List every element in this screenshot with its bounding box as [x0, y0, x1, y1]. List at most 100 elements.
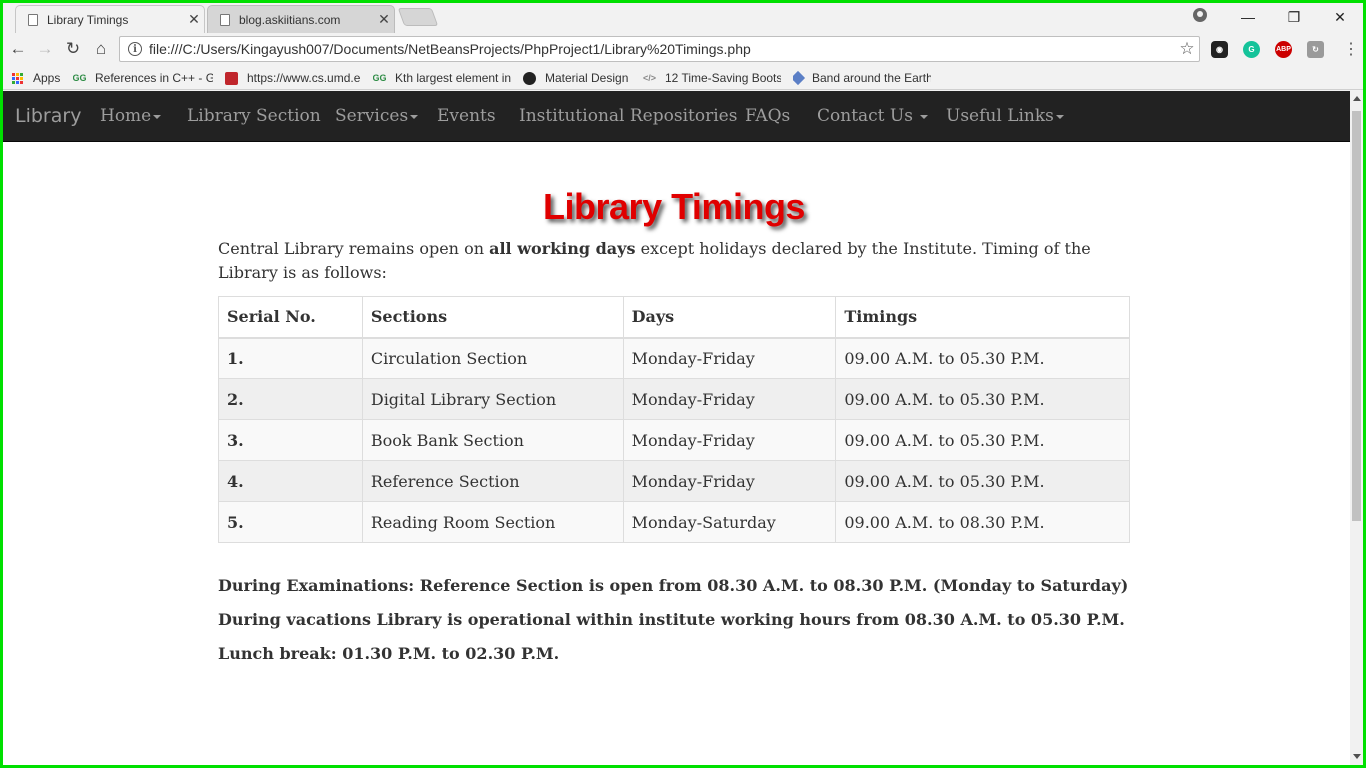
- bookmark-time-saving[interactable]: </> 12 Time-Saving Boots: [643, 69, 781, 87]
- nav-faqs[interactable]: FAQs: [745, 91, 790, 142]
- intro-bold: all working days: [489, 239, 636, 258]
- bookmark-band-earth[interactable]: Band around the Earth: [793, 69, 931, 87]
- tab-library-timings[interactable]: Library Timings ✕: [15, 5, 205, 33]
- bookmark-label: https://www.cs.umd.e: [247, 71, 361, 85]
- cell-serial: 2.: [218, 378, 363, 420]
- cell-section: Reference Section: [361, 460, 624, 502]
- nav-label: Library Section: [187, 106, 321, 126]
- back-arrow-icon[interactable]: ←: [6, 37, 30, 61]
- cell-serial: 4.: [218, 460, 363, 502]
- info-icon[interactable]: i: [128, 42, 142, 56]
- cell-section: Circulation Section: [361, 337, 624, 379]
- page-viewport: Library Home Library Section Services Ev…: [3, 91, 1363, 765]
- new-tab-button[interactable]: [397, 8, 439, 26]
- bookmark-references-cpp[interactable]: GG References in C++ - G: [73, 69, 213, 87]
- extension-lens-icon[interactable]: ◉: [1211, 41, 1228, 58]
- cell-section: Reading Room Section: [361, 501, 624, 543]
- cell-timings: 09.00 A.M. to 08.30 P.M.: [835, 501, 1130, 543]
- bookmarks-bar: Apps GG References in C++ - G https://ww…: [3, 65, 1363, 90]
- page-icon: [220, 13, 230, 26]
- browser-window: Library Timings ✕ blog.askiitians.com ✕ …: [3, 3, 1363, 765]
- header-serial: Serial No.: [218, 296, 363, 339]
- cell-timings: 09.00 A.M. to 05.30 P.M.: [835, 337, 1130, 379]
- bookmark-label: Band around the Earth: [812, 71, 931, 85]
- cell-section: Book Bank Section: [361, 419, 624, 461]
- home-icon[interactable]: ⌂: [89, 37, 113, 61]
- adblock-icon[interactable]: ABP: [1275, 41, 1292, 58]
- lunch-note: Lunch break: 01.30 P.M. to 02.30 P.M.: [218, 644, 560, 663]
- cell-days: Monday-Friday: [622, 460, 837, 502]
- cell-timings: 09.00 A.M. to 05.30 P.M.: [835, 419, 1130, 461]
- nav-events[interactable]: Events: [437, 91, 496, 142]
- apps-grid-icon: [11, 72, 24, 85]
- browser-toolbar: ← → ↻ ⌂ i file:///C:/Users/Kingayush007/…: [3, 33, 1363, 65]
- nav-label: FAQs: [745, 106, 791, 126]
- cell-days: Monday-Friday: [622, 378, 837, 420]
- nav-institutional-repositories[interactable]: Institutional Repositories: [519, 91, 737, 142]
- bookmark-apps[interactable]: Apps: [11, 69, 71, 87]
- exam-note: During Examinations: Reference Section i…: [218, 576, 1129, 595]
- scroll-up-icon[interactable]: [1353, 96, 1361, 101]
- nav-label: Events: [437, 106, 496, 126]
- reload-icon[interactable]: ↻: [61, 37, 85, 61]
- table-row: 2. Digital Library Section Monday-Friday…: [218, 378, 1130, 420]
- caret-down-icon: [410, 114, 419, 119]
- code-icon: </>: [643, 73, 657, 83]
- nav-library-section[interactable]: Library Section: [187, 91, 321, 142]
- table-row: 3. Book Bank Section Monday-Friday 09.00…: [218, 419, 1130, 461]
- nav-label: Contact Us: [817, 106, 919, 126]
- github-icon: [523, 71, 536, 85]
- bookmark-kth-largest[interactable]: GG Kth largest element in: [373, 69, 511, 87]
- scroll-thumb[interactable]: [1352, 111, 1361, 521]
- url-text[interactable]: file:///C:/Users/Kingayush007/Documents/…: [149, 41, 1175, 57]
- page-icon: [28, 13, 38, 26]
- site-navbar: Library Home Library Section Services Ev…: [3, 91, 1350, 142]
- bookmark-star-icon[interactable]: ☆: [1175, 39, 1199, 59]
- timings-table: Serial No. Sections Days Timings 1. Circ…: [218, 296, 1130, 543]
- forward-arrow-icon[interactable]: →: [33, 37, 57, 61]
- minimize-button[interactable]: —: [1225, 5, 1271, 29]
- nav-home[interactable]: Home: [100, 91, 162, 142]
- geeksforgeeks-icon: GG: [73, 73, 87, 83]
- page-scrollbar[interactable]: [1350, 91, 1363, 765]
- table-row: 5. Reading Room Section Monday-Saturday …: [218, 501, 1130, 543]
- nav-services[interactable]: Services: [335, 91, 419, 142]
- geeksforgeeks-icon: GG: [373, 73, 387, 83]
- restore-button[interactable]: ❐: [1271, 5, 1317, 29]
- tab-close-icon[interactable]: ✕: [374, 11, 394, 28]
- bookmark-label: Apps: [33, 71, 61, 85]
- nav-useful-links[interactable]: Useful Links: [946, 91, 1064, 142]
- extension-sync-icon[interactable]: ↻: [1307, 41, 1324, 58]
- cell-days: Monday-Friday: [622, 337, 837, 379]
- tab-title: Library Timings: [47, 12, 129, 27]
- cell-timings: 09.00 A.M. to 05.30 P.M.: [835, 378, 1130, 420]
- tab-strip: Library Timings ✕ blog.askiitians.com ✕ …: [3, 3, 1363, 33]
- tab-askiitians[interactable]: blog.askiitians.com ✕: [207, 5, 395, 33]
- cell-serial: 1.: [218, 337, 363, 379]
- address-bar[interactable]: i file:///C:/Users/Kingayush007/Document…: [119, 36, 1200, 62]
- window-close-button[interactable]: ✕: [1317, 5, 1363, 29]
- vacation-note: During vacations Library is operational …: [218, 610, 1125, 629]
- page-title: Library Timings: [543, 186, 805, 227]
- bookmark-label: Kth largest element in: [395, 71, 511, 85]
- nav-contact-us[interactable]: Contact Us: [817, 91, 929, 142]
- bookmark-cs-umd[interactable]: https://www.cs.umd.e: [225, 69, 361, 87]
- caret-down-icon: [153, 114, 162, 119]
- bookmark-label: 12 Time-Saving Boots: [665, 71, 781, 85]
- header-days: Days: [622, 296, 837, 339]
- table-row: 4. Reference Section Monday-Friday 09.00…: [218, 460, 1130, 502]
- caret-down-icon: [920, 114, 929, 119]
- profile-icon[interactable]: [1193, 8, 1207, 22]
- grammarly-icon[interactable]: G: [1243, 41, 1260, 58]
- bookmark-material-design[interactable]: Material Design: [523, 69, 633, 87]
- bookmark-label: References in C++ - G: [95, 71, 213, 85]
- cell-serial: 3.: [218, 419, 363, 461]
- menu-kebab-icon[interactable]: ⋮: [1343, 39, 1359, 59]
- intro-paragraph: Central Library remains open on all work…: [218, 237, 1130, 285]
- navbar-brand[interactable]: Library: [15, 91, 81, 142]
- scroll-down-icon[interactable]: [1353, 754, 1361, 759]
- tab-title: blog.askiitians.com: [239, 12, 341, 27]
- tab-close-icon[interactable]: ✕: [184, 11, 204, 28]
- nav-label: Institutional Repositories: [519, 106, 738, 126]
- header-sections: Sections: [361, 296, 624, 339]
